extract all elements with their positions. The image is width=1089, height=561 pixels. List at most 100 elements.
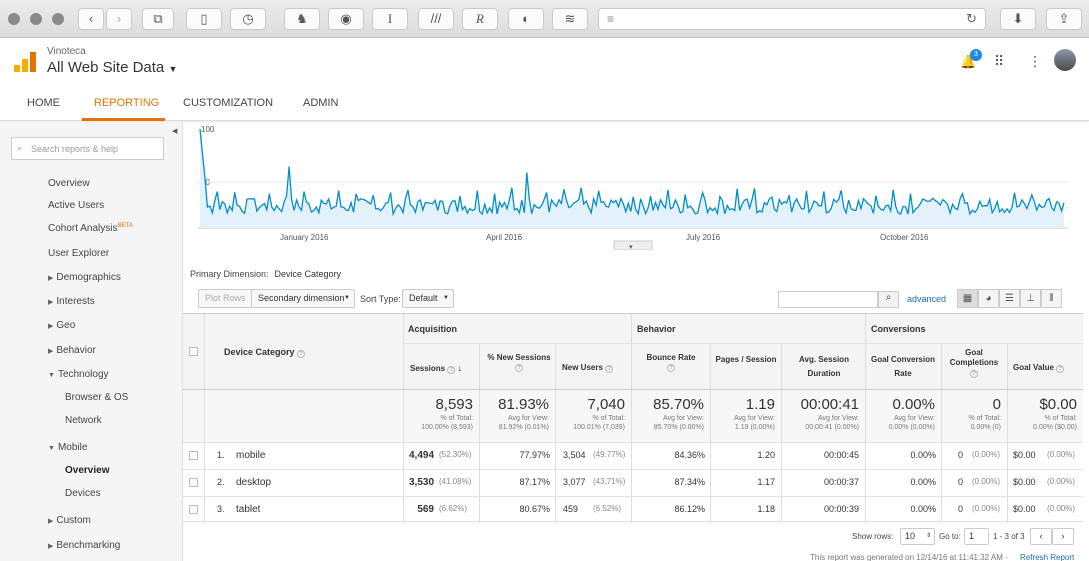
property-selector[interactable]: All Web Site Data ▼ (47, 59, 177, 76)
sidebar-item-behavior[interactable]: ▶ Behavior (48, 345, 96, 356)
prev-page-icon[interactable]: ‹ (1030, 528, 1052, 545)
sort-type-dropdown[interactable]: Default ▼ (402, 289, 454, 308)
sidebar-item-mobile[interactable]: ▼ Mobile (48, 442, 87, 453)
total-sub-value: 81.92% (0.01%) (498, 424, 549, 431)
sidebar-item-technology[interactable]: ▼ Technology (48, 369, 109, 380)
table-filter-input[interactable] (778, 291, 878, 308)
tab-reporting[interactable]: REPORTING (94, 97, 159, 109)
password-manager-icon[interactable]: ◉ (328, 8, 364, 30)
total-sub-value: 100.01% (7,039) (573, 424, 625, 431)
row-goal-pct: (0.00%) (972, 504, 1001, 513)
close-window-button[interactable] (8, 13, 20, 25)
col-new-sessions[interactable]: % New Sessions? (485, 353, 553, 372)
tab-admin[interactable]: ADMIN (303, 97, 338, 109)
instapaper-icon[interactable]: I (372, 8, 408, 30)
share-icon[interactable]: ⇪ (1046, 8, 1082, 30)
stepper-icon: ⇕ (925, 533, 931, 539)
data-view-icon[interactable]: ▦ (957, 289, 978, 308)
apps-grid-icon[interactable]: ⠿ (994, 53, 1004, 70)
x-tick-label: January 2016 (280, 233, 329, 242)
sidebar-item-overview[interactable]: Overview (48, 178, 90, 189)
readability-icon[interactable]: R (462, 8, 498, 30)
select-all-checkbox[interactable] (189, 347, 198, 356)
sidebar-item-browser-os[interactable]: Browser & OS (65, 392, 128, 403)
search-icon[interactable]: ⌕ (878, 291, 899, 308)
sidebar-item-benchmarking[interactable]: ▶ Benchmarking (48, 540, 120, 551)
chart-resize-handle[interactable] (613, 240, 653, 250)
address-bar[interactable]: ≡ ↻ (598, 8, 986, 30)
more-vert-icon[interactable]: ⋮ (1028, 53, 1042, 70)
row-device-link[interactable]: desktop (236, 477, 271, 488)
toggle-extension-icon[interactable]: ◐ (508, 8, 544, 30)
row-device-link[interactable]: tablet (236, 504, 260, 515)
extension-slashes-icon[interactable]: /// (418, 8, 454, 30)
sidebar-item-active-users[interactable]: Active Users (48, 200, 104, 211)
col-avg-session-duration[interactable]: Avg. Session Duration (786, 353, 862, 381)
avatar[interactable] (1054, 49, 1076, 71)
tab-home[interactable]: HOME (27, 97, 60, 109)
pivot-view-icon[interactable]: ⦀ (1041, 289, 1062, 308)
evernote-icon[interactable]: ♞ (284, 8, 320, 30)
next-page-icon[interactable]: › (1052, 528, 1074, 545)
tab-customization[interactable]: CUSTOMIZATION (183, 97, 273, 109)
caret-right-icon: ▶ (48, 323, 54, 330)
pie-view-icon[interactable]: ◕ (978, 289, 999, 308)
sidebar-item-interests[interactable]: ▶ Interests (48, 296, 95, 307)
goto-input[interactable]: 1 (964, 528, 989, 545)
caret-right-icon: ▶ (48, 518, 54, 525)
show-rows-select[interactable]: 10 ⇕ (900, 528, 935, 545)
col-sessions-label: Sessions (410, 364, 446, 373)
row-bounce-rate: 87.34% (674, 477, 705, 487)
zoom-window-button[interactable] (52, 13, 64, 25)
sessions-chart: 100 50 January 2016 April 2016 July 2016… (198, 125, 1068, 250)
downloads-icon[interactable]: ⬇ (1000, 8, 1036, 30)
pagination-range: 1 - 3 of 3 (993, 532, 1025, 541)
sidebar-item-user-explorer[interactable]: User Explorer (48, 248, 109, 259)
total-value: 0 (992, 396, 1001, 413)
tabs-overview-icon[interactable]: ⧉ (142, 8, 174, 30)
sidebar-item-network[interactable]: Network (65, 415, 102, 426)
collapse-sidebar-icon[interactable]: ◀ (172, 127, 177, 135)
refresh-report-link[interactable]: Refresh Report (1020, 553, 1074, 561)
performance-view-icon[interactable]: ☰ (999, 289, 1020, 308)
col-pages-session[interactable]: Pages / Session (713, 353, 779, 367)
comparison-view-icon[interactable]: ⊥ (1020, 289, 1041, 308)
row-checkbox[interactable] (189, 451, 198, 460)
active-tab-indicator (82, 118, 165, 121)
row-goal-pct: (0.00%) (972, 477, 1001, 486)
primary-dimension-value[interactable]: Device Category (275, 269, 342, 279)
col-sessions[interactable]: Sessions ? ↓ (410, 363, 462, 374)
secondary-dimension-dropdown[interactable]: Secondary dimension ▼ (251, 289, 355, 308)
sidebar-item-geo[interactable]: ▶ Geo (48, 320, 75, 331)
sidebar-item-custom[interactable]: ▶ Custom (48, 515, 91, 526)
col-goal-completions[interactable]: Goal Completions? (943, 348, 1005, 378)
row-goal-completions: 0 (958, 477, 964, 487)
total-sub-value: 0.00% (0) (970, 424, 1001, 431)
col-goal-conversion-rate[interactable]: Goal Conversion Rate (869, 353, 937, 381)
total-value: 8,593 (435, 396, 473, 413)
row-index: 1. (217, 450, 225, 460)
sidebar-item-demographics[interactable]: ▶ Demographics (48, 272, 121, 283)
sidebar-item-cohort-analysis[interactable]: Cohort AnalysisBETA (48, 223, 133, 234)
advanced-filter-link[interactable]: advanced (907, 294, 946, 304)
col-bounce-rate[interactable]: Bounce Rate? (635, 353, 707, 372)
minimize-window-button[interactable] (30, 13, 42, 25)
history-icon[interactable]: ◷ (230, 8, 266, 30)
plot-rows-button[interactable]: Plot Rows (198, 289, 253, 308)
forward-icon[interactable]: › (106, 8, 132, 30)
back-icon[interactable]: ‹ (78, 8, 104, 30)
reload-icon[interactable]: ↻ (966, 11, 977, 27)
sidebar-item-devices[interactable]: Devices (65, 488, 101, 499)
search-input[interactable]: ⌕ Search reports & help (11, 137, 164, 160)
col-goal-value[interactable]: Goal Value ? (1013, 363, 1065, 373)
col-new-users[interactable]: New Users ? (562, 363, 614, 373)
total-value: 81.93% (498, 396, 549, 413)
row-device-link[interactable]: mobile (236, 450, 265, 461)
sidebar-toggle-icon[interactable]: ▯ (186, 8, 222, 30)
row-checkbox[interactable] (189, 478, 198, 487)
dimension-header[interactable]: Device Category ? (224, 347, 306, 358)
sidebar-item-mobile-overview[interactable]: Overview (65, 465, 109, 476)
row-checkbox[interactable] (189, 505, 198, 514)
buffer-layers-icon[interactable]: ≋ (552, 8, 588, 30)
total-sub-label: % of Total: (592, 415, 625, 422)
